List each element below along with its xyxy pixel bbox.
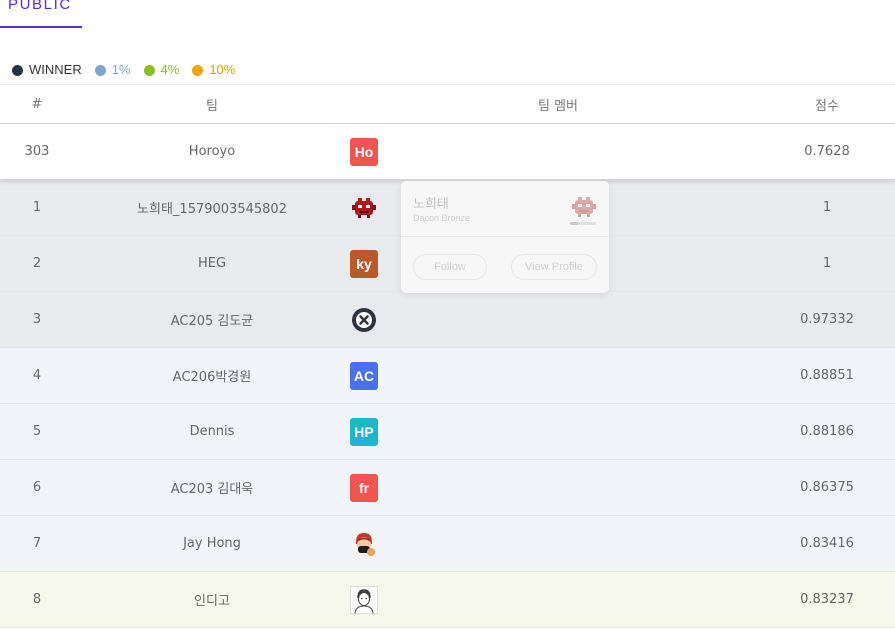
legend-label: 4% xyxy=(160,62,180,77)
legend-label: 1% xyxy=(111,62,131,77)
header-rank: # xyxy=(31,96,43,112)
row-rank: 303 xyxy=(24,144,50,159)
table-row: 4 AC206박경원 AC 0.88851 xyxy=(0,348,895,404)
row-score: 0.88186 xyxy=(800,424,854,439)
team-avatar[interactable]: HP xyxy=(350,417,378,446)
legend-label: 10% xyxy=(209,62,236,77)
legend-dot-icon xyxy=(12,64,23,76)
row-team-name: Dennis xyxy=(189,424,235,439)
sketch-person-icon[interactable] xyxy=(350,585,378,614)
row-team-name: AC206박경원 xyxy=(172,370,252,385)
row-score: 0.97332 xyxy=(800,312,854,327)
row-rank: 1 xyxy=(32,200,42,215)
table-row: 5 Dennis HP 0.88186 xyxy=(0,404,895,460)
legend-dot-icon xyxy=(143,64,155,76)
row-team-name: 노희태_1579003545802 xyxy=(137,202,287,217)
row-score: 0.7628 xyxy=(804,144,850,159)
row-score: 0.83416 xyxy=(800,536,854,551)
row-score: 1 xyxy=(822,256,832,271)
row-members: AC xyxy=(350,348,766,403)
popup-divider xyxy=(401,236,609,237)
header-team: 팀 xyxy=(206,98,218,114)
row-team-name: Jay Hong xyxy=(183,536,241,551)
team-avatar[interactable]: fr xyxy=(350,473,378,502)
legend-dot-icon xyxy=(192,64,204,76)
row-members xyxy=(350,572,766,627)
header-score: 점수 xyxy=(815,98,839,114)
popup-progress-fill xyxy=(570,222,578,225)
row-team-name: 인디고 xyxy=(194,594,230,609)
row-members: HP xyxy=(350,404,766,459)
popup-member-rank: Dacon Bronze xyxy=(413,213,471,223)
masked-person-icon[interactable] xyxy=(350,530,378,558)
row-team-name: AC203 김대욱 xyxy=(170,482,254,497)
row-members: fr xyxy=(350,460,766,515)
row-team-name: HEG xyxy=(197,256,227,271)
red-monster-icon[interactable] xyxy=(350,194,378,222)
row-score: 0.83237 xyxy=(800,592,854,607)
member-profile-popup: 노희태 Dacon Bronze Follow View Profile xyxy=(401,181,609,293)
row-rank: 7 xyxy=(32,536,42,551)
row-team-name: Horoyo xyxy=(188,144,236,159)
row-score: 0.86375 xyxy=(800,480,854,495)
legend-label: WINNER xyxy=(29,62,82,77)
team-avatar[interactable]: ky xyxy=(350,249,378,278)
popup-member-name[interactable]: 노희태 xyxy=(413,193,449,212)
row-members xyxy=(350,292,766,347)
popup-progress-bar xyxy=(570,222,596,225)
tab-public[interactable]: PUBLIC xyxy=(0,0,82,28)
table-row: 6 AC203 김대욱 fr 0.86375 xyxy=(0,460,895,516)
tab-bar: PUBLIC xyxy=(0,0,895,28)
row-rank: 4 xyxy=(32,368,42,383)
popup-avatar[interactable] xyxy=(570,193,598,221)
header-members: 팀 멤버 xyxy=(537,98,578,114)
table-header: # 팀 팀 멤버 점수 xyxy=(0,84,895,124)
team-avatar[interactable]: Ho xyxy=(350,137,378,166)
row-rank: 3 xyxy=(32,312,42,327)
row-team-name: AC205 김도균 xyxy=(170,314,254,329)
team-avatar[interactable]: AC xyxy=(350,361,378,390)
legend-dot-icon xyxy=(94,64,106,76)
follow-button[interactable]: Follow xyxy=(413,254,487,280)
table-row: 3 AC205 김도균 0.97332 xyxy=(0,292,895,348)
row-members: Ho xyxy=(350,124,766,179)
leaderboard-table: # 팀 팀 멤버 점수 303 Horoyo Ho 0.7628 1 노희태_157900… xyxy=(0,84,895,628)
legend-item: WINNER xyxy=(12,62,82,78)
legend-item: 10% xyxy=(192,62,235,78)
row-rank: 2 xyxy=(32,256,42,271)
x-circle-icon[interactable] xyxy=(350,306,378,334)
row-members xyxy=(350,516,766,571)
row-score: 1 xyxy=(822,200,832,215)
legend: WINNER 1% 4% 10% xyxy=(12,62,248,78)
legend-item: 1% xyxy=(94,62,131,78)
row-rank: 8 xyxy=(32,592,42,607)
table-row: 303 Horoyo Ho 0.7628 xyxy=(0,124,895,180)
legend-item: 4% xyxy=(143,62,180,78)
table-row: 8 인디고 0.83237 xyxy=(0,572,895,628)
view-profile-button[interactable]: View Profile xyxy=(511,254,597,280)
row-rank: 6 xyxy=(32,480,42,495)
table-row: 7 Jay Hong 0.83416 xyxy=(0,516,895,572)
row-rank: 5 xyxy=(32,424,42,439)
row-score: 0.88851 xyxy=(800,368,854,383)
